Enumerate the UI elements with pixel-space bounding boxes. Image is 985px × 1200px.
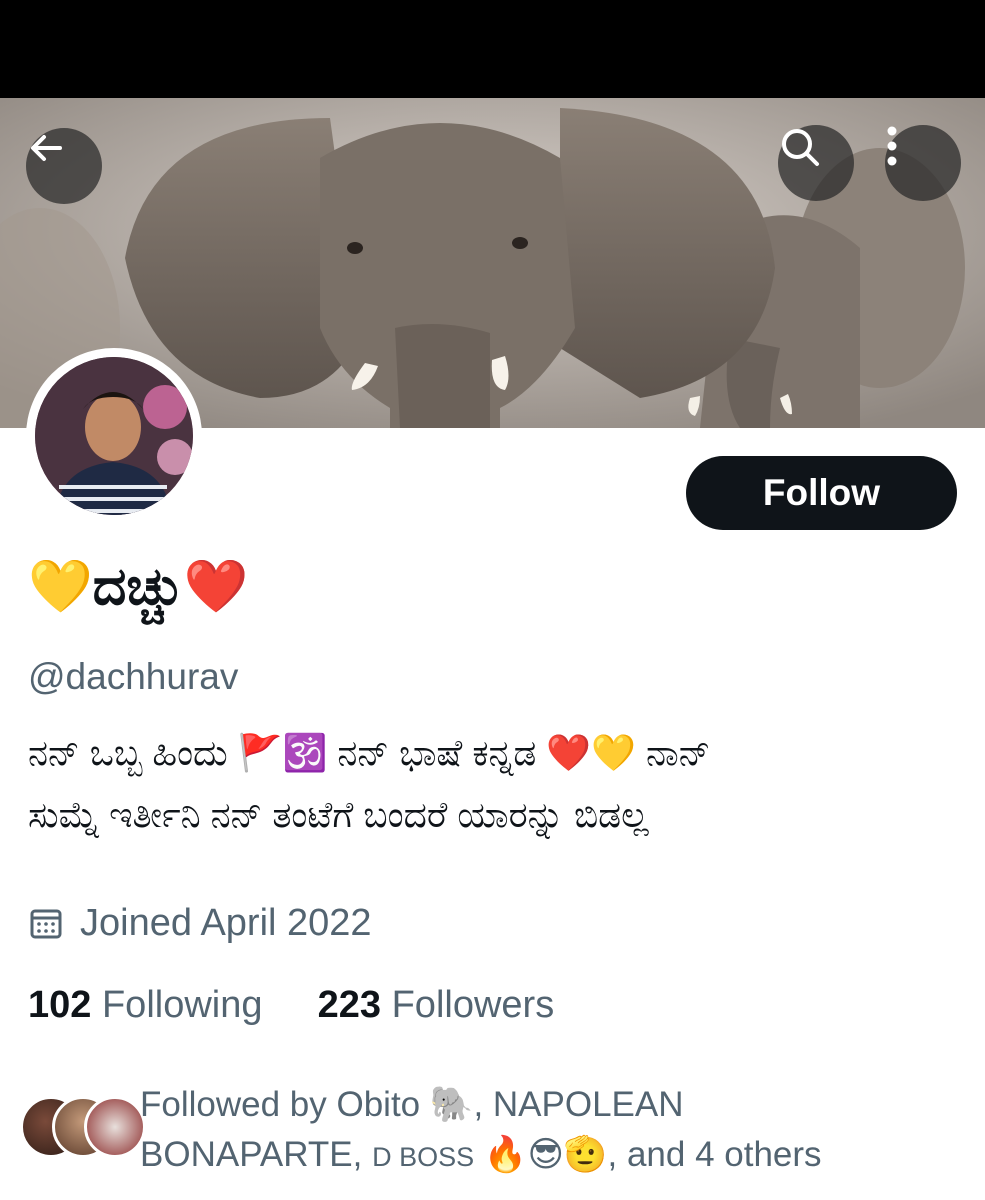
followed-by-part: D BOSS — [372, 1142, 475, 1172]
followed-by-part: BONAPARTE, — [140, 1135, 373, 1174]
display-name: 💛ದಚ್ಚು❤️ — [28, 558, 249, 616]
status-bar — [0, 0, 985, 98]
followed-by-part: Followed by Obito 🐘, NAPOLEAN — [140, 1085, 684, 1124]
search-button[interactable] — [778, 125, 854, 201]
followers-count: 223 — [317, 984, 382, 1026]
joined-text: Joined April 2022 — [80, 901, 372, 944]
joined-date: Joined April 2022 — [28, 893, 372, 953]
avatar — [84, 1096, 146, 1158]
profile-avatar[interactable] — [26, 348, 202, 524]
more-options-button[interactable] — [885, 125, 961, 201]
user-handle: @dachhurav — [28, 656, 239, 697]
search-icon — [782, 129, 819, 166]
calendar-icon — [28, 905, 64, 941]
following-count: 102 — [28, 984, 92, 1026]
profile-bio: ನನ್ ಒಬ್ಬ ಹಿಂದು 🚩🕉️ ನನ್ ಭಾಷೆ ಕನ್ನಡ ❤️💛 ನಾ… — [28, 722, 958, 846]
following-label: Following — [101, 984, 263, 1026]
followed-by-part: 🔥😎🫡, and 4 others — [474, 1135, 822, 1174]
bio-line: ನನ್ ಒಬ್ಬ ಹಿಂದು 🚩🕉️ ನನ್ ಭಾಷೆ ಕನ್ನಡ ❤️💛 ನಾ… — [28, 732, 711, 773]
avatar-photo — [35, 357, 193, 515]
followers-label: Followers — [391, 984, 555, 1026]
bio-line: ಸುಮ್ನೆ ಇರ್ತೀನಿ ನನ್ ತಂಟೆಗೆ ಬಂದರೆ ಯಾರನ್ನು … — [28, 794, 649, 835]
following-link[interactable]: 102 Following — [28, 984, 263, 1026]
follow-stats: 102 Following 223 Followers — [28, 975, 554, 1035]
followed-by-text[interactable]: Followed by Obito 🐘, NAPOLEAN BONAPARTE,… — [140, 1080, 940, 1182]
followers-link[interactable]: 223 Followers — [318, 984, 555, 1026]
follow-button[interactable]: Follow — [686, 456, 957, 530]
more-vertical-icon — [887, 126, 897, 166]
arrow-left-icon — [31, 135, 62, 161]
back-button[interactable] — [26, 128, 102, 204]
